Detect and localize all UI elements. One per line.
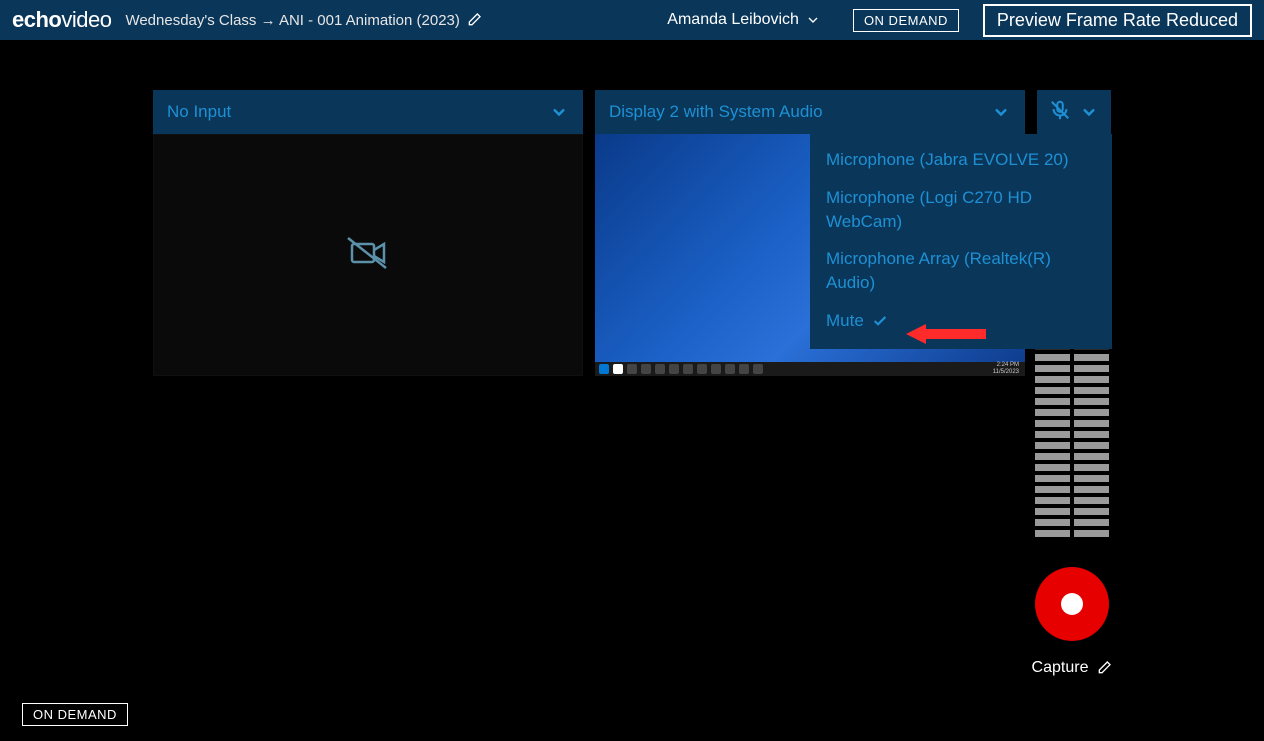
audio-option-jabra[interactable]: Microphone (Jabra EVOLVE 20) (826, 148, 1096, 172)
taskbar-app-icon (697, 364, 707, 374)
logo: echovideo (12, 7, 111, 33)
chevron-down-icon[interactable] (991, 102, 1011, 122)
audio-option-mute-label: Mute (826, 309, 864, 333)
meter-bar (1035, 475, 1109, 482)
taskbar-time: 2:24 PM (993, 362, 1019, 369)
meter-bar (1035, 409, 1109, 416)
audio-source-button[interactable] (1037, 90, 1111, 134)
panel-no-input-title: No Input (167, 102, 231, 122)
panel-no-input-header[interactable]: No Input (153, 90, 583, 134)
taskbar-app-icon (655, 364, 665, 374)
check-icon (872, 313, 888, 329)
meter-bar (1035, 420, 1109, 427)
chevron-down-icon (805, 12, 821, 28)
taskbar-app-icon (627, 364, 637, 374)
taskbar-app-icon (683, 364, 693, 374)
taskbar-app-icon (725, 364, 735, 374)
meter-bar (1035, 354, 1109, 361)
annotation-arrow (906, 322, 986, 351)
breadcrumb-text: Wednesday's Class → ANI - 001 Animation … (125, 12, 459, 29)
panel-display2-header[interactable]: Display 2 with System Audio (595, 90, 1025, 134)
chevron-down-icon (1079, 102, 1099, 122)
taskbar-app-icon (753, 364, 763, 374)
panel-display2-title: Display 2 with System Audio (609, 102, 823, 122)
meter-bar (1035, 431, 1109, 438)
audio-option-logi[interactable]: Microphone (Logi C270 HD WebCam) (826, 186, 1096, 234)
breadcrumb[interactable]: Wednesday's Class → ANI - 001 Animation … (125, 12, 481, 29)
meter-bar (1035, 519, 1109, 526)
on-demand-badge-header: ON DEMAND (853, 9, 959, 32)
record-dot-icon (1061, 593, 1083, 615)
desktop-taskbar: 2:24 PM 11/5/2023 (595, 362, 1025, 376)
record-button[interactable] (1035, 567, 1109, 641)
taskbar-app-icon (739, 364, 749, 374)
meter-bar (1035, 442, 1109, 449)
taskbar-app-icon (711, 364, 721, 374)
meter-bar (1035, 508, 1109, 515)
taskbar-search-icon (613, 364, 623, 374)
app-header: echovideo Wednesday's Class → ANI - 001 … (0, 0, 1264, 40)
stage: No Input Display 2 with System Audio (0, 40, 1264, 741)
taskbar-date: 11/5/2023 (993, 369, 1019, 376)
user-name: Amanda Leibovich (667, 11, 799, 29)
no-camera-icon (346, 236, 390, 275)
taskbar-clock: 2:24 PM 11/5/2023 (993, 362, 1021, 376)
taskbar-app-icon (641, 364, 651, 374)
meter-bar (1035, 497, 1109, 504)
audio-source-menu: Microphone (Jabra EVOLVE 20) Microphone … (810, 134, 1112, 349)
capture-label: Capture (1032, 659, 1089, 677)
meter-bar (1035, 376, 1109, 383)
capture-label-row[interactable]: Capture (1035, 659, 1109, 677)
panel-no-input: No Input (153, 90, 583, 376)
mic-muted-icon (1049, 99, 1071, 126)
logo-bold: echo (12, 7, 61, 32)
taskbar-start-icon (599, 364, 609, 374)
chevron-down-icon[interactable] (549, 102, 569, 122)
meter-bar (1035, 464, 1109, 471)
user-menu[interactable]: Amanda Leibovich (667, 11, 821, 29)
meter-bar (1035, 387, 1109, 394)
meter-bar (1035, 486, 1109, 493)
audio-option-realtek[interactable]: Microphone Array (Realtek(R) Audio) (826, 247, 1096, 295)
meter-bar (1035, 530, 1109, 537)
pencil-icon[interactable] (466, 12, 482, 28)
preview-frame-rate-badge: Preview Frame Rate Reduced (983, 4, 1252, 37)
pencil-icon[interactable] (1096, 660, 1112, 676)
meter-bar (1035, 453, 1109, 460)
taskbar-app-icon (669, 364, 679, 374)
meter-bar (1035, 398, 1109, 405)
panel-no-input-body (153, 134, 583, 376)
on-demand-badge-footer: ON DEMAND (22, 703, 128, 726)
meter-bar (1035, 365, 1109, 372)
logo-thin: video (61, 7, 111, 32)
